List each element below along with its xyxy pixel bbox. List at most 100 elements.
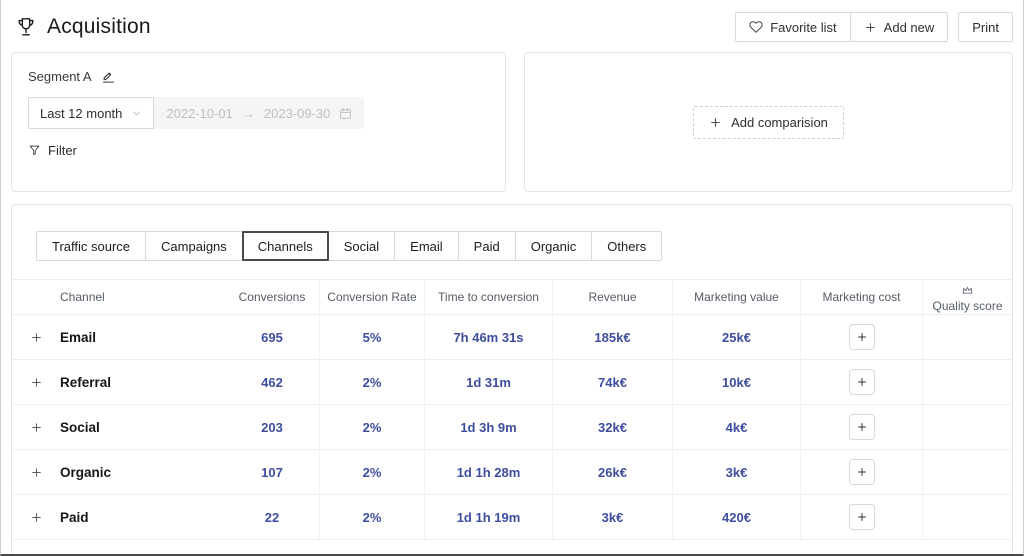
revenue-cell: 185k€ [552,315,672,359]
column-header-quality-score: Quality score [922,280,1012,314]
time-to-conversion-cell: 1d 1h 28m [424,450,552,494]
column-header-revenue: Revenue [552,280,672,314]
expand-row-button[interactable] [26,507,47,528]
table-header-row: Channel Conversions Conversion Rate Time… [12,279,1012,315]
table-row: Paid 22 2% 1d 1h 19m 3k€ 420€ [12,495,1012,540]
date-controls: Last 12 month 2022-10-01 → 2023-09-30 [28,97,489,129]
print-button[interactable]: Print [958,12,1013,42]
quality-score-cell [922,360,1012,404]
plus-icon [709,116,722,129]
channel-cell: Organic [60,464,112,480]
acquisition-table-panel: Traffic source Campaigns Channels Social… [11,204,1013,554]
favorite-list-label: Favorite list [770,19,837,35]
favorite-list-button[interactable]: Favorite list [735,12,851,42]
conversions-cell: 695 [261,329,283,345]
add-comparison-button[interactable]: Add comparision [693,105,844,139]
quality-score-cell [922,495,1012,539]
conversions-cell: 203 [261,419,283,435]
period-select[interactable]: Last 12 month [28,97,155,129]
add-new-label: Add new [883,19,935,35]
tab-channels[interactable]: Channels [241,231,329,261]
column-header-conversion-rate: Conversion Rate [319,280,424,314]
plus-icon [864,21,877,34]
revenue-cell: 3k€ [552,495,672,539]
expand-row-button[interactable] [26,372,47,393]
conversions-cell: 107 [261,464,283,480]
marketing-value-cell: 25k€ [672,315,800,359]
column-header-conversions: Conversions [238,290,306,304]
marketing-value-cell: 10k€ [672,360,800,404]
app-window: Acquisition Favorite list Add new Print … [0,0,1024,556]
chevron-down-icon [131,108,142,119]
expand-row-button[interactable] [26,462,47,483]
channel-cell: Paid [60,509,89,525]
period-select-value: Last 12 month [40,105,123,121]
conversion-rate-cell: 5% [319,315,424,359]
filter-panels: Segment A Last 12 month 2022-10-01 → 202… [1,52,1023,192]
conversion-rate-cell: 2% [319,360,424,404]
date-start-value: 2022-10-01 [166,105,233,121]
print-label: Print [972,19,999,35]
tab-traffic-source[interactable]: Traffic source [36,231,147,261]
time-to-conversion-cell: 7h 46m 31s [424,315,552,359]
tab-others[interactable]: Others [591,231,663,261]
add-marketing-cost-button[interactable] [848,324,875,350]
quality-score-cell [922,450,1012,494]
table-row: Social 203 2% 1d 3h 9m 32k€ 4k€ [12,405,1012,450]
page-title: Acquisition [47,15,151,38]
column-header-marketing-value: Marketing value [672,280,800,314]
tab-social[interactable]: Social [327,231,396,261]
conversion-rate-cell: 2% [319,450,424,494]
edit-pencil-icon[interactable] [101,69,116,84]
column-header-channel: Channel [60,290,105,304]
add-marketing-cost-button[interactable] [848,459,875,485]
segment-name: Segment A [28,69,92,84]
conversions-cell: 462 [261,374,283,390]
column-header-time-to-conversion: Time to conversion [424,280,552,314]
revenue-cell: 74k€ [552,360,672,404]
channel-cell: Referral [60,374,112,390]
add-marketing-cost-button[interactable] [848,504,875,530]
marketing-value-cell: 420€ [672,495,800,539]
tab-campaigns[interactable]: Campaigns [145,231,243,261]
filter-label: Filter [48,143,77,158]
header-expand-spacer [12,280,60,314]
time-to-conversion-cell: 1d 1h 19m [424,495,552,539]
table-row: Email 695 5% 7h 46m 31s 185k€ 25k€ [12,315,1012,360]
add-marketing-cost-button[interactable] [848,369,875,395]
tab-bar: Traffic source Campaigns Channels Social… [36,231,1012,261]
segment-panel: Segment A Last 12 month 2022-10-01 → 202… [11,52,506,192]
expand-row-button[interactable] [26,417,47,438]
add-new-button[interactable]: Add new [849,12,949,42]
comparison-panel: Add comparision [524,52,1013,192]
tab-paid[interactable]: Paid [457,231,516,261]
channel-cell: Email [60,329,97,345]
trophy-icon [15,16,37,38]
conversion-rate-cell: 2% [319,495,424,539]
conversion-rate-cell: 2% [319,405,424,449]
page-header: Acquisition Favorite list Add new Print [1,0,1023,52]
filter-button[interactable]: Filter [28,143,77,158]
add-marketing-cost-button[interactable] [848,414,875,440]
column-header-marketing-cost: Marketing cost [800,280,922,314]
segment-header: Segment A [28,69,489,84]
quality-score-cell [922,405,1012,449]
page-title-group: Acquisition [15,15,151,39]
crown-icon [961,284,974,297]
expand-row-button[interactable] [26,327,47,348]
table-row: Referral 462 2% 1d 31m 74k€ 10k€ [12,360,1012,405]
revenue-cell: 26k€ [552,450,672,494]
conversions-cell: 22 [264,509,280,525]
marketing-value-cell: 3k€ [672,450,800,494]
table-row: Organic 107 2% 1d 1h 28m 26k€ 3k€ [12,450,1012,495]
add-comparison-label: Add comparision [731,114,828,130]
time-to-conversion-cell: 1d 31m [424,360,552,404]
tab-email[interactable]: Email [394,231,459,261]
marketing-value-cell: 4k€ [672,405,800,449]
header-button-group: Favorite list Add new [735,12,949,42]
arrow-right-icon: → [241,105,255,121]
calendar-icon [339,107,352,120]
tab-organic[interactable]: Organic [514,231,593,261]
date-range-input[interactable]: 2022-10-01 → 2023-09-30 [154,97,365,129]
funnel-icon [28,144,41,157]
